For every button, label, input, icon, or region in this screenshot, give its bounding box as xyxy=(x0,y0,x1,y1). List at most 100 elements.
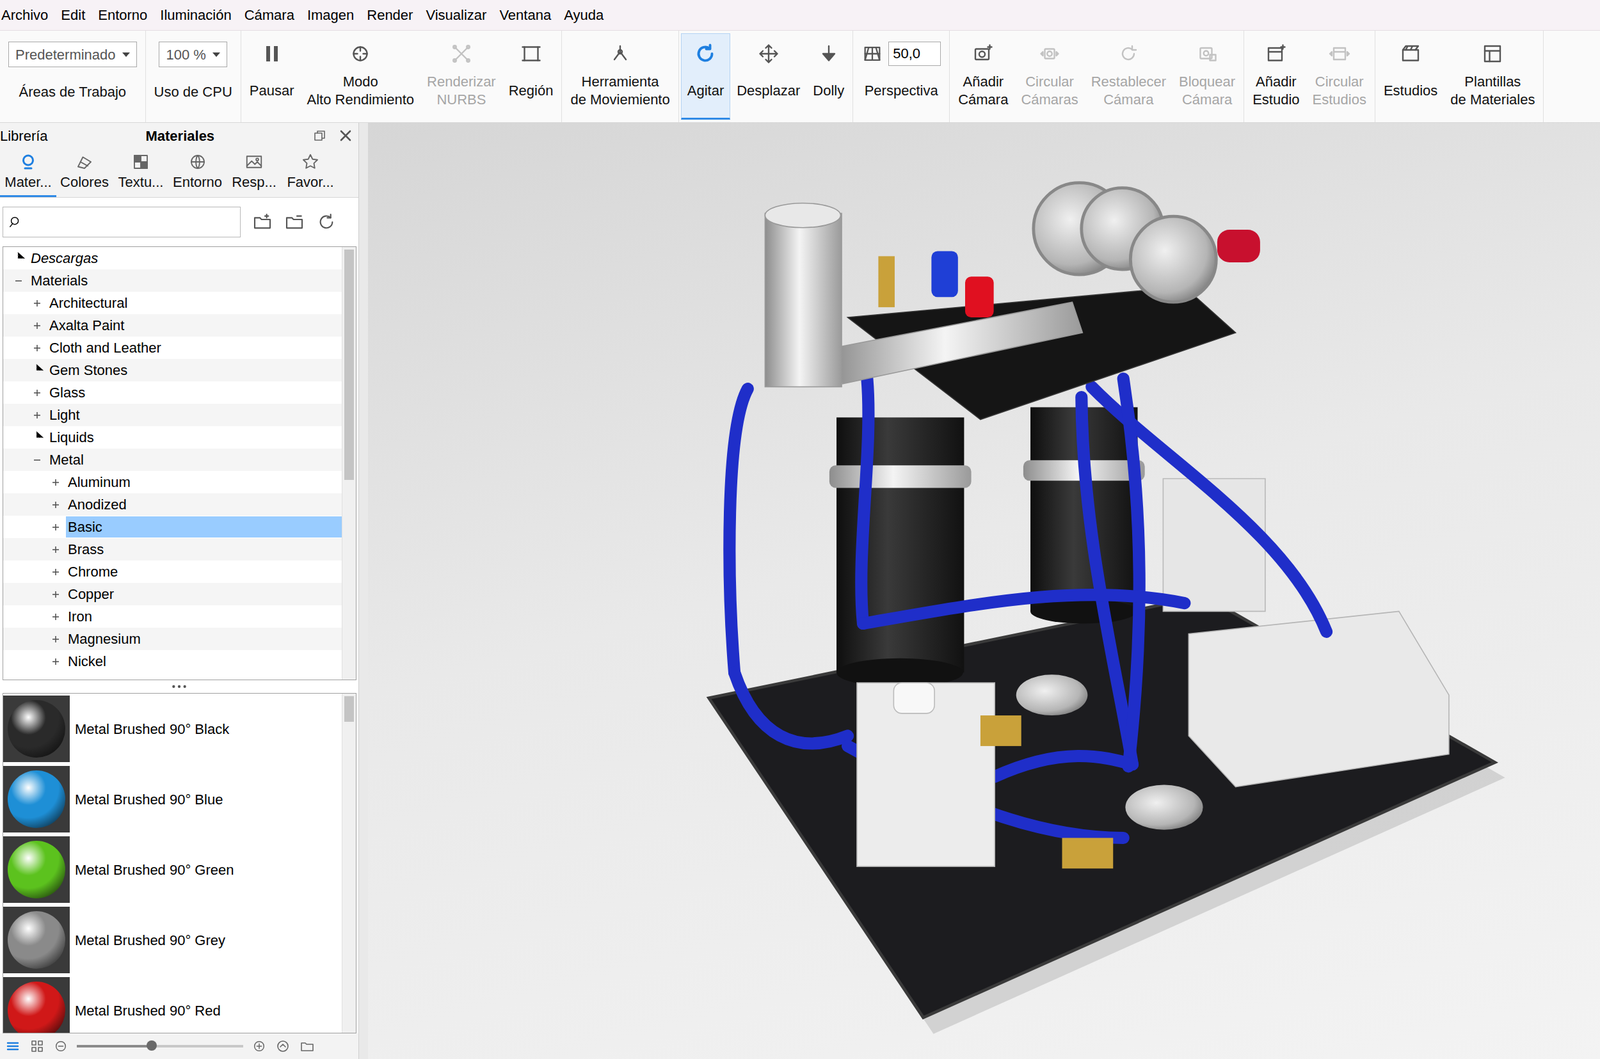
toolbar-button[interactable]: Pausar xyxy=(243,33,301,120)
expand-icon[interactable] xyxy=(49,655,63,669)
expand-icon[interactable] xyxy=(49,632,63,646)
library-tab[interactable]: Favor... xyxy=(282,151,339,198)
collapse-icon[interactable] xyxy=(30,453,44,467)
expand-icon[interactable] xyxy=(30,341,44,355)
list-view-icon[interactable] xyxy=(5,1038,21,1055)
material-item[interactable]: Metal Brushed 90° Grey xyxy=(3,904,342,976)
tree-item[interactable]: Liquids xyxy=(3,426,342,449)
split-handle[interactable] xyxy=(0,680,359,694)
expander-icon[interactable] xyxy=(30,319,44,333)
zoom-knob[interactable] xyxy=(146,1040,157,1051)
library-tab[interactable]: Textu... xyxy=(112,151,169,198)
refresh-icon[interactable] xyxy=(316,211,337,233)
toolbar-button[interactable]: RenderizarNURBS xyxy=(420,33,503,120)
expand-icon[interactable] xyxy=(30,296,44,310)
render-viewport[interactable] xyxy=(368,122,1600,1059)
expand-icon[interactable] xyxy=(49,565,63,579)
material-item[interactable]: Metal Brushed 90° Red xyxy=(3,975,342,1033)
tree-item[interactable]: Aluminum xyxy=(3,471,342,494)
toolbar-button[interactable]: Desplazar xyxy=(730,33,807,120)
zoom-in-icon[interactable] xyxy=(252,1039,267,1054)
expander-icon[interactable] xyxy=(49,520,63,534)
expand-icon[interactable] xyxy=(30,319,44,333)
library-tab[interactable]: Colores xyxy=(56,151,113,198)
tree-item[interactable]: Anodized xyxy=(3,493,342,516)
expander-icon[interactable] xyxy=(49,610,63,624)
search-input[interactable] xyxy=(3,207,240,237)
material-item[interactable]: Metal Brushed 90° Black xyxy=(3,693,342,765)
home-icon[interactable] xyxy=(275,1038,291,1055)
tree-item[interactable]: Glass xyxy=(3,381,342,404)
expander-icon[interactable] xyxy=(30,341,44,355)
toolbar-button[interactable]: Plantillasde Materiales xyxy=(1443,33,1542,120)
open-folder-icon[interactable] xyxy=(299,1038,315,1055)
toolbar-button[interactable]: AñadirEstudio xyxy=(1246,33,1306,120)
scrollbar-thumb[interactable] xyxy=(344,696,354,722)
library-tab[interactable]: Mater... xyxy=(0,151,57,198)
expander-icon[interactable] xyxy=(49,476,63,489)
tree-item[interactable]: Nickel xyxy=(3,650,342,673)
menu-item[interactable]: Render xyxy=(366,4,413,26)
expander-icon[interactable] xyxy=(30,408,44,422)
tree-item[interactable]: Copper xyxy=(3,583,342,606)
toolbar-button[interactable]: Herramientade Moviemiento xyxy=(563,33,676,120)
toolbar-button[interactable]: CircularEstudios xyxy=(1306,33,1373,120)
expand-icon[interactable] xyxy=(49,476,63,489)
toolbar-dropdown[interactable]: 100 %Uso de CPU xyxy=(147,33,239,120)
remove-folder-icon[interactable] xyxy=(284,211,305,233)
tree-item[interactable]: Axalta Paint xyxy=(3,314,342,337)
expander-icon[interactable] xyxy=(30,296,44,310)
tree-item[interactable]: Materials xyxy=(3,269,342,292)
expander-icon[interactable] xyxy=(12,274,25,288)
tree-item[interactable]: Chrome xyxy=(3,560,342,584)
menu-item[interactable]: Entorno xyxy=(97,4,148,26)
expand-icon[interactable] xyxy=(30,386,44,400)
toolbar-button[interactable]: Región xyxy=(502,33,560,120)
menu-item[interactable]: Ayuda xyxy=(563,4,604,26)
dropdown-box[interactable]: 100 % xyxy=(158,41,227,68)
material-item[interactable]: Metal Brushed 90° Green xyxy=(3,834,342,905)
tree-item[interactable]: Architectural xyxy=(3,291,342,315)
tree-item[interactable]: Magnesium xyxy=(3,627,342,651)
toolbar-button[interactable]: Dolly xyxy=(806,33,851,120)
perspective-input[interactable] xyxy=(888,41,941,66)
grid-view-icon[interactable] xyxy=(29,1038,45,1055)
menu-item[interactable]: Iluminación xyxy=(160,4,232,26)
collapse-icon[interactable] xyxy=(12,274,25,288)
expander-icon[interactable] xyxy=(30,453,44,467)
material-scrollbar[interactable] xyxy=(341,693,356,1033)
tree-item[interactable]: Brass xyxy=(3,538,342,561)
library-tab[interactable]: Resp... xyxy=(225,151,283,198)
expand-icon[interactable] xyxy=(49,610,63,624)
panel-splitter[interactable] xyxy=(359,122,368,1059)
toolbar-button[interactable]: Agitar xyxy=(680,33,731,120)
tree-item[interactable]: Gem Stones xyxy=(3,359,342,382)
expander-icon[interactable] xyxy=(49,498,63,512)
menu-item[interactable]: Archivo xyxy=(1,4,48,26)
toolbar-button[interactable]: AñadirCámara xyxy=(951,33,1015,120)
library-tab[interactable]: Entorno xyxy=(168,151,226,198)
menu-item[interactable]: Cámara xyxy=(244,4,295,26)
toolbar-field[interactable]: Perspectiva xyxy=(855,33,948,120)
tree-item[interactable]: Basic xyxy=(3,515,342,539)
rendered-model-icon[interactable] xyxy=(368,122,1600,1059)
restore-icon[interactable] xyxy=(312,128,328,144)
expander-icon[interactable] xyxy=(49,632,63,646)
zoom-slider[interactable] xyxy=(76,1045,244,1048)
toolbar-button[interactable]: BloquearCámara xyxy=(1172,33,1242,120)
toolbar-button[interactable]: ModoAlto Rendimiento xyxy=(300,33,422,120)
tree-item[interactable]: Metal xyxy=(3,448,342,472)
tree-item[interactable]: Light xyxy=(3,403,342,427)
expander-icon[interactable] xyxy=(49,543,63,557)
expander-icon[interactable] xyxy=(49,655,63,669)
menu-item[interactable]: Ventana xyxy=(499,4,552,26)
toolbar-button[interactable]: Estudios xyxy=(1377,33,1444,120)
toolbar-button[interactable]: CircularCámaras xyxy=(1014,33,1085,120)
close-icon[interactable] xyxy=(337,128,354,144)
scrollbar-thumb[interactable] xyxy=(344,249,354,480)
search-field[interactable] xyxy=(2,206,241,238)
expand-icon[interactable] xyxy=(30,408,44,422)
tree-scrollbar[interactable] xyxy=(341,247,356,680)
add-folder-icon[interactable] xyxy=(252,211,273,233)
toolbar-dropdown[interactable]: PredeterminadoÁreas de Trabajo xyxy=(1,33,144,120)
